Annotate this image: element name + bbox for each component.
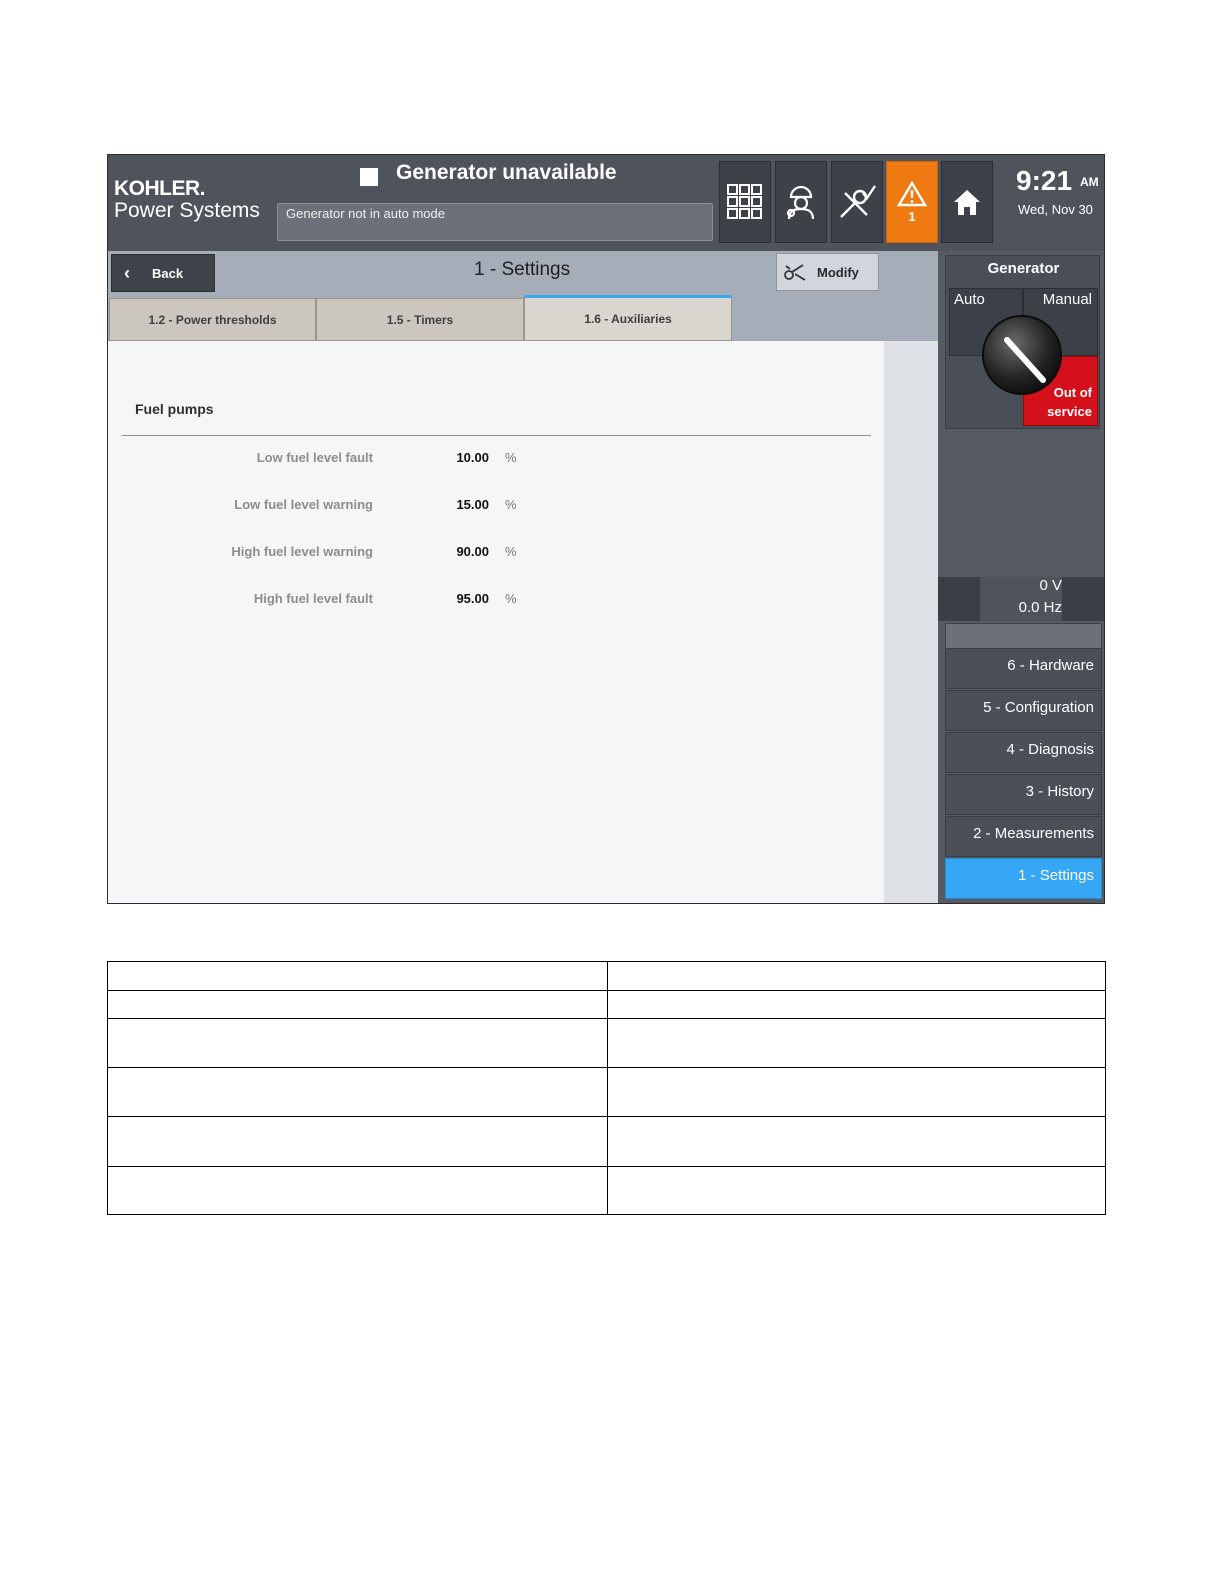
maintenance-button[interactable] (831, 161, 883, 243)
warning-icon (897, 180, 927, 206)
table-row (107, 990, 1106, 1019)
tab-power-thresholds[interactable]: 1.2 - Power thresholds (109, 298, 316, 341)
header-bar: KOHLER. Power Systems Generator unavaila… (108, 155, 1104, 251)
wrench-check-icon (840, 185, 876, 218)
section-title: Fuel pumps (135, 401, 214, 417)
table-cell (107, 1166, 608, 1215)
setting-value: 10.00 (456, 450, 489, 465)
tab-bar: 1.2 - Power thresholds 1.5 - Timers 1.6 … (108, 295, 938, 341)
setting-label: Low fuel level warning (234, 497, 373, 512)
document-table (107, 961, 1106, 1215)
table-cell (107, 1067, 608, 1117)
title-bar: ‹ Back 1 - Settings Modify (108, 251, 938, 295)
status-title: Generator unavailable (396, 161, 617, 184)
home-button[interactable] (941, 161, 993, 243)
table-cell (107, 1018, 608, 1068)
table-cell (107, 961, 608, 991)
menu-item-diagnosis[interactable]: 4 - Diagnosis (945, 732, 1102, 773)
table-row (107, 961, 1106, 991)
tools-icon (784, 264, 806, 281)
setting-label: High fuel level warning (231, 544, 373, 559)
setting-value: 95.00 (456, 591, 489, 606)
menu-item-history[interactable]: 3 - History (945, 774, 1102, 815)
table-cell (607, 1067, 1106, 1117)
controller-screen: KOHLER. Power Systems Generator unavaila… (107, 154, 1105, 904)
alarm-button[interactable]: 1 (886, 161, 938, 243)
back-label: Back (152, 265, 184, 281)
alarm-count: 1 (908, 208, 916, 224)
table-row (107, 1166, 1106, 1215)
table-row (107, 1067, 1106, 1117)
right-panel: Generator Auto Manual Out of service 0 V… (938, 251, 1104, 903)
setting-value: 15.00 (456, 497, 489, 512)
kohler-logo: KOHLER. (114, 177, 206, 200)
setting-unit: % (505, 497, 517, 512)
chevron-left-icon: ‹ (124, 262, 130, 283)
table-cell (107, 1116, 608, 1167)
table-row (107, 1116, 1106, 1167)
oos-label-line2: service (1047, 404, 1092, 419)
setting-unit: % (505, 544, 517, 559)
section-divider (122, 435, 871, 436)
menu-header (945, 623, 1102, 649)
apps-grid-icon (727, 184, 762, 219)
table-cell (107, 990, 608, 1019)
setting-label: Low fuel level fault (256, 450, 373, 465)
clock-ampm: AM (1080, 175, 1099, 189)
menu-item-settings[interactable]: 1 - Settings (945, 858, 1102, 899)
status-message: Generator not in auto mode (277, 203, 713, 241)
menu-item-hardware[interactable]: 6 - Hardware (945, 648, 1102, 689)
menu-item-measurements[interactable]: 2 - Measurements (945, 816, 1102, 857)
apps-grid-button[interactable] (719, 161, 771, 243)
table-row (107, 1018, 1106, 1068)
generator-title: Generator (987, 260, 1060, 277)
content-scroll-area[interactable] (884, 341, 938, 903)
tab-auxiliaries[interactable]: 1.6 - Auxiliaries (524, 295, 732, 341)
home-icon (954, 190, 980, 215)
mode-selector-knob-icon[interactable] (981, 314, 1063, 396)
modify-label: Modify (817, 264, 859, 280)
table-cell (607, 1166, 1106, 1215)
table-cell (607, 990, 1106, 1019)
power-systems-logo: Power Systems (114, 199, 260, 222)
setting-value: 90.00 (456, 544, 489, 559)
table-cell (607, 1018, 1106, 1068)
output-meter: 0 V 0.0 Hz (938, 577, 1104, 621)
setting-row[interactable]: Low fuel level fault 10.00 % (108, 450, 884, 470)
voltage-readout: 0 V (1039, 577, 1062, 594)
menu-item-configuration[interactable]: 5 - Configuration (945, 690, 1102, 731)
modify-button[interactable]: Modify (776, 253, 879, 291)
operator-button[interactable] (775, 161, 827, 243)
setting-unit: % (505, 591, 517, 606)
setting-row[interactable]: High fuel level warning 90.00 % (108, 544, 884, 564)
table-cell (607, 1116, 1106, 1167)
generator-mode-panel: Generator Auto Manual Out of service (945, 255, 1100, 429)
setting-row[interactable]: High fuel level fault 95.00 % (108, 591, 884, 611)
setting-row[interactable]: Low fuel level warning 15.00 % (108, 497, 884, 517)
settings-content: Fuel pumps Low fuel level fault 10.00 % … (108, 341, 884, 903)
clock-time: 9:21 (1016, 165, 1073, 196)
setting-unit: % (505, 450, 517, 465)
status-square-icon (360, 168, 378, 186)
setting-label: High fuel level fault (253, 591, 373, 606)
tab-timers[interactable]: 1.5 - Timers (316, 298, 524, 341)
table-cell (607, 961, 1106, 991)
operator-icon (786, 185, 815, 220)
page-title: 1 - Settings (474, 259, 571, 280)
frequency-readout: 0.0 Hz (1018, 599, 1062, 616)
back-button[interactable]: ‹ Back (111, 254, 215, 292)
clock-date: Wed, Nov 30 (1018, 202, 1093, 217)
